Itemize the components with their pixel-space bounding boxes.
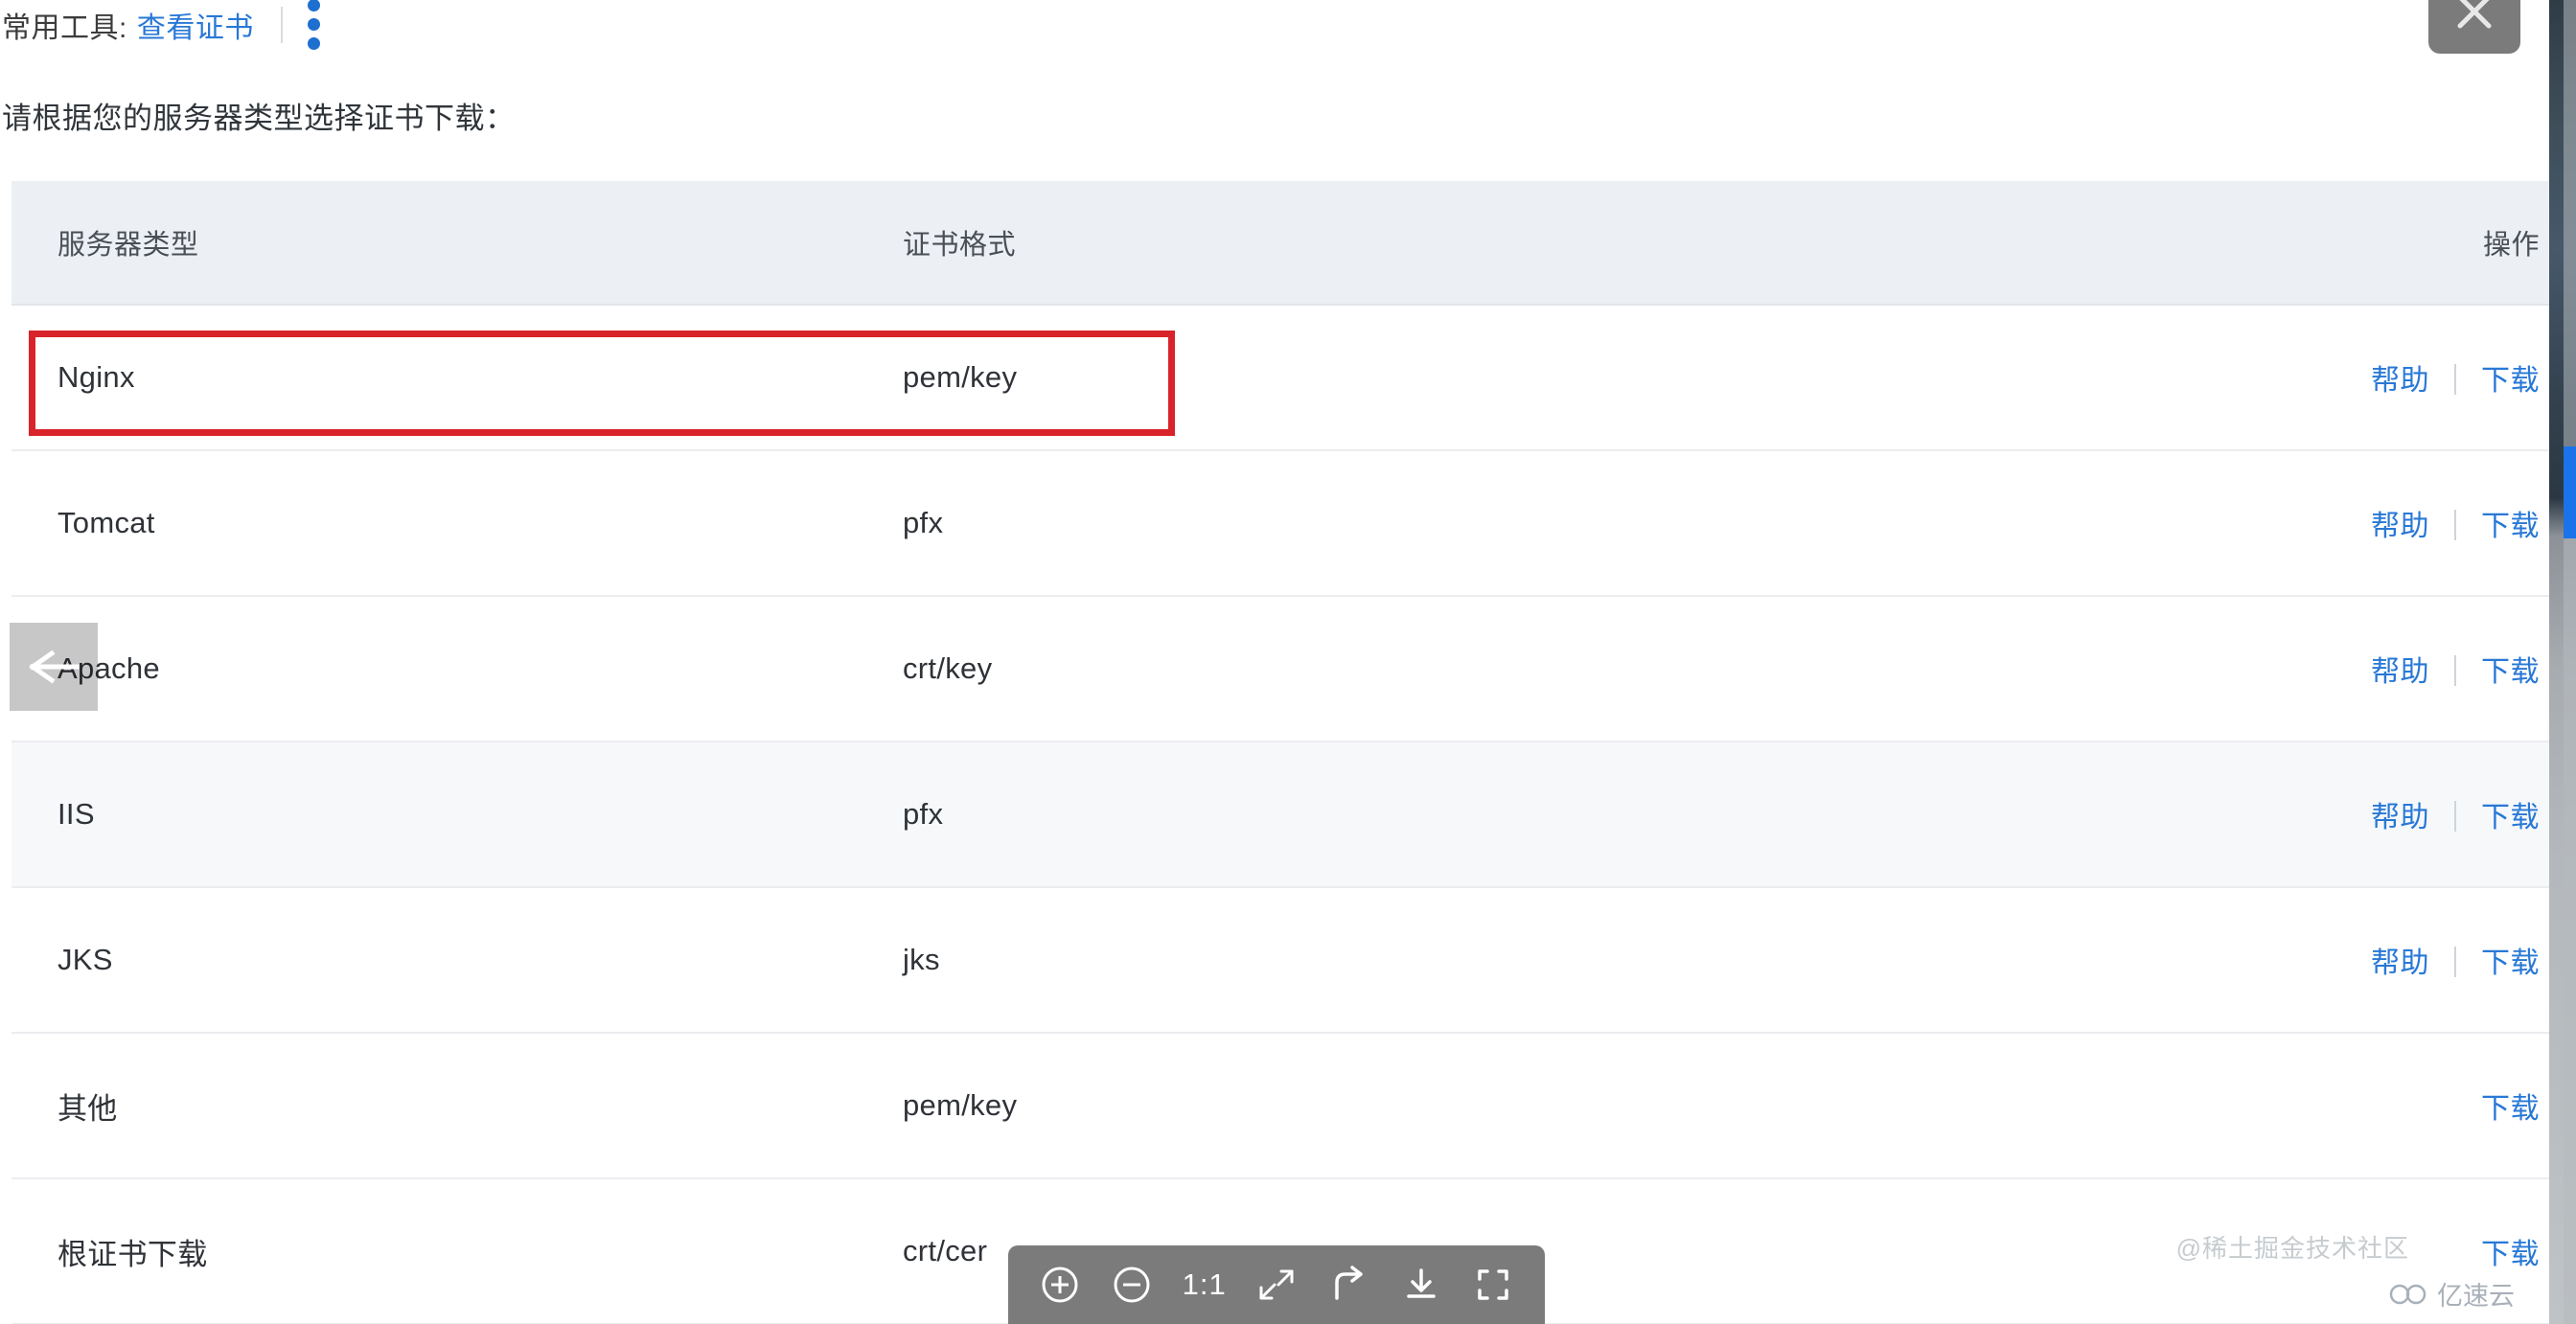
cell-action: 帮助 下载 — [1986, 793, 2549, 835]
cell-cert-format: pfx — [903, 797, 1986, 832]
watermark-yisu-label: 亿速云 — [2437, 1275, 2515, 1313]
download-link[interactable]: 下载 — [2481, 1239, 2540, 1270]
help-link[interactable]: 帮助 — [2371, 947, 2429, 979]
cert-format-text: pem/key — [903, 360, 1017, 394]
download-link[interactable]: 下载 — [2481, 1093, 2540, 1125]
action-divider — [2454, 947, 2456, 977]
cell-server-type: JKS — [12, 943, 903, 977]
close-icon — [2453, 0, 2496, 33]
download-button[interactable] — [1394, 1258, 1448, 1312]
cell-action: 帮助 下载 — [1986, 356, 2549, 399]
action-divider — [2454, 510, 2456, 540]
download-icon — [1400, 1264, 1442, 1306]
cell-server-type: 根证书下载 — [12, 1230, 903, 1273]
cell-action: 帮助 下载 — [1986, 939, 2549, 981]
common-tools-label: 常用工具: — [2, 4, 127, 46]
download-link[interactable]: 下载 — [2481, 365, 2540, 397]
prev-image-button[interactable] — [10, 623, 98, 711]
server-type-text: Nginx — [58, 360, 135, 394]
cert-format-text: jks — [903, 943, 940, 976]
fullscreen-icon — [1472, 1264, 1514, 1306]
cell-cert-format: jks — [903, 943, 1986, 977]
cell-action: 下载 — [1986, 1084, 2549, 1127]
table-row: Nginx pem/key 帮助 下载 — [12, 306, 2549, 451]
zoom-out-icon — [1110, 1263, 1154, 1307]
server-type-text: IIS — [58, 797, 95, 831]
action-divider — [2454, 801, 2456, 832]
download-link[interactable]: 下载 — [2481, 802, 2540, 833]
cert-format-text: pfx — [903, 797, 943, 831]
arrow-left-icon — [27, 644, 80, 690]
cert-format-text: crt/cer — [903, 1234, 987, 1267]
watermark-juejin: @稀土掘金技术社区 — [2176, 1229, 2409, 1265]
cell-server-type: Tomcat — [12, 506, 903, 540]
table-body: Nginxpem/key帮助下载Tomcatpfx帮助下载Apachecrt/k… — [12, 306, 2549, 1324]
zoom-out-button[interactable] — [1105, 1258, 1159, 1312]
fullscreen-button[interactable] — [1466, 1258, 1520, 1312]
rotate-right-icon — [1327, 1264, 1369, 1306]
zoom-in-button[interactable] — [1033, 1258, 1087, 1312]
rotate-button[interactable] — [1322, 1258, 1375, 1312]
cell-cert-format: pfx — [903, 506, 1986, 540]
certificate-download-table: 服务器类型 证书格式 操作 Nginxpem/key帮助下载Tomcatpfx帮… — [12, 181, 2549, 1324]
download-link[interactable]: 下载 — [2481, 656, 2540, 688]
cell-cert-format: crt/key — [903, 651, 1986, 686]
table-row: IIS pfx 帮助 下载 — [12, 742, 2549, 888]
server-type-text: 根证书下载 — [58, 1238, 208, 1271]
zoom-in-icon — [1038, 1263, 1082, 1307]
actual-size-label: 1:1 — [1183, 1267, 1227, 1302]
cell-server-type: Apache — [12, 651, 903, 686]
help-link[interactable]: 帮助 — [2371, 511, 2429, 542]
watermark-yisu: 亿速云 — [2389, 1275, 2515, 1313]
header-server-type: 服务器类型 — [12, 222, 903, 263]
action-divider — [2454, 655, 2456, 686]
cloud-logo-icon — [2389, 1282, 2429, 1307]
cell-action: 帮助 下载 — [1986, 648, 2549, 690]
table-row: 其他 pem/key 下载 — [12, 1034, 2549, 1179]
page-scrollbar-thumb[interactable] — [2564, 446, 2576, 538]
table-row: Apachecrt/key 帮助 下载 — [12, 597, 2549, 742]
instruction-text: 请根据您的服务器类型选择证书下载： — [2, 94, 516, 137]
table-header-row: 服务器类型 证书格式 操作 — [12, 181, 2549, 306]
close-button[interactable] — [2428, 0, 2520, 54]
help-link[interactable]: 帮助 — [2371, 656, 2429, 688]
cell-server-type: IIS — [12, 797, 903, 832]
cert-format-text: pfx — [903, 506, 943, 539]
action-divider — [2454, 364, 2456, 395]
download-link[interactable]: 下载 — [2481, 511, 2540, 542]
common-tools-bar: 常用工具: 查看证书 — [0, 0, 320, 50]
table-row: JKS jks 帮助 下载 — [12, 888, 2549, 1034]
page-scrollbar-track[interactable] — [2564, 0, 2576, 1324]
header-cert-format: 证书格式 — [903, 222, 1986, 263]
actual-size-button[interactable]: 1:1 — [1178, 1258, 1231, 1312]
table-row: Tomcat pfx 帮助 下载 — [12, 451, 2549, 597]
header-action: 操作 — [1986, 222, 2549, 263]
download-link[interactable]: 下载 — [2481, 947, 2540, 979]
expand-button[interactable] — [1250, 1258, 1303, 1312]
help-link[interactable]: 帮助 — [2371, 802, 2429, 833]
help-link[interactable]: 帮助 — [2371, 365, 2429, 397]
cell-cert-format: pem/key — [903, 1088, 1986, 1123]
cell-server-type: Nginx — [12, 360, 903, 395]
viewer-toolbar: 1:1 — [1008, 1245, 1545, 1324]
cell-server-type: 其他 — [12, 1084, 903, 1128]
view-certificate-link[interactable]: 查看证书 — [137, 4, 254, 46]
toolbar-divider — [281, 7, 283, 43]
cert-format-text: pem/key — [903, 1088, 1017, 1122]
server-type-text: Tomcat — [58, 506, 155, 539]
server-type-text: JKS — [58, 943, 113, 976]
cert-format-text: crt/key — [903, 651, 992, 685]
server-type-text: 其他 — [58, 1092, 118, 1126]
image-viewer: 常用工具: 查看证书 请根据您的服务器类型选择证书下载： 服务器类型 证书格式 … — [0, 0, 2549, 1324]
vertical-ellipsis-icon[interactable] — [308, 0, 320, 50]
expand-arrows-icon — [1255, 1264, 1298, 1306]
cell-action: 帮助 下载 — [1986, 502, 2549, 544]
cell-cert-format: pem/key — [903, 360, 1986, 395]
